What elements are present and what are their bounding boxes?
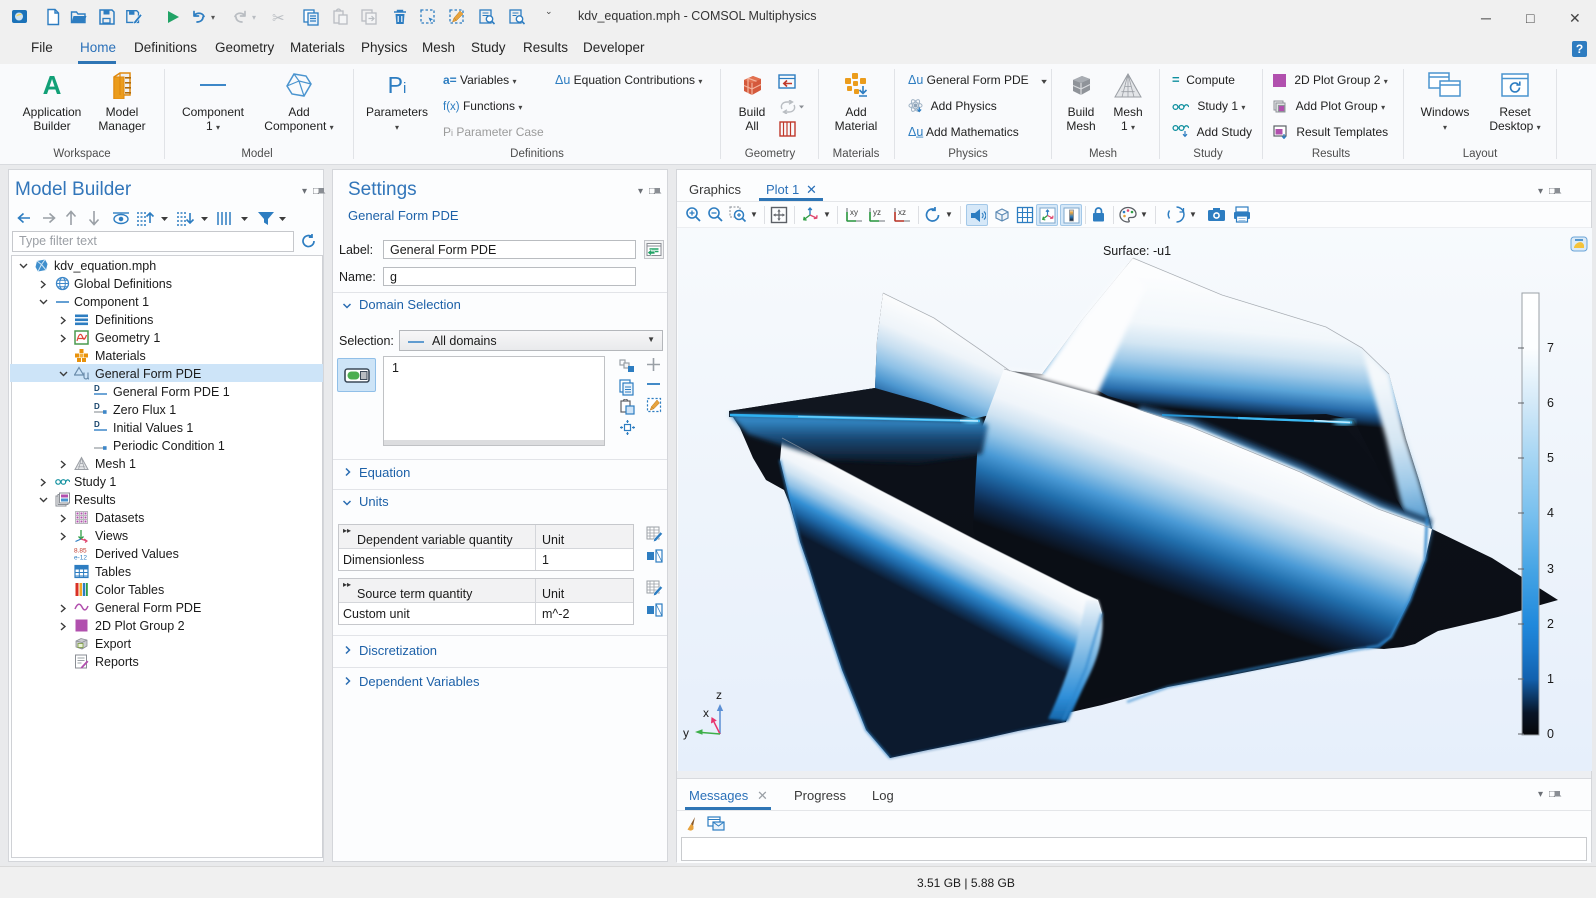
svg-text:e-12: e-12: [74, 555, 87, 562]
svg-text:8.85: 8.85: [74, 548, 87, 555]
svg-text:xy: xy: [850, 208, 858, 217]
svg-text:D: D: [94, 420, 100, 429]
svg-text:5: 5: [1547, 451, 1554, 465]
svg-text:6: 6: [1547, 396, 1554, 410]
svg-text:2: 2: [1547, 617, 1554, 631]
svg-text:3: 3: [1547, 562, 1554, 576]
svg-text:xz: xz: [898, 208, 906, 217]
svg-text:x: x: [703, 706, 709, 720]
svg-text:z: z: [716, 688, 722, 702]
svg-text:y: y: [683, 726, 689, 740]
svg-text:7: 7: [1547, 341, 1554, 355]
svg-text:4: 4: [1547, 506, 1554, 520]
svg-text:D: D: [94, 384, 100, 393]
svg-text:yz: yz: [873, 208, 881, 217]
svg-text:1: 1: [1547, 672, 1554, 686]
svg-text:0: 0: [1547, 727, 1554, 741]
svg-text:D: D: [94, 402, 100, 411]
svg-text:Surface: -u1: Surface: -u1: [1103, 244, 1171, 258]
